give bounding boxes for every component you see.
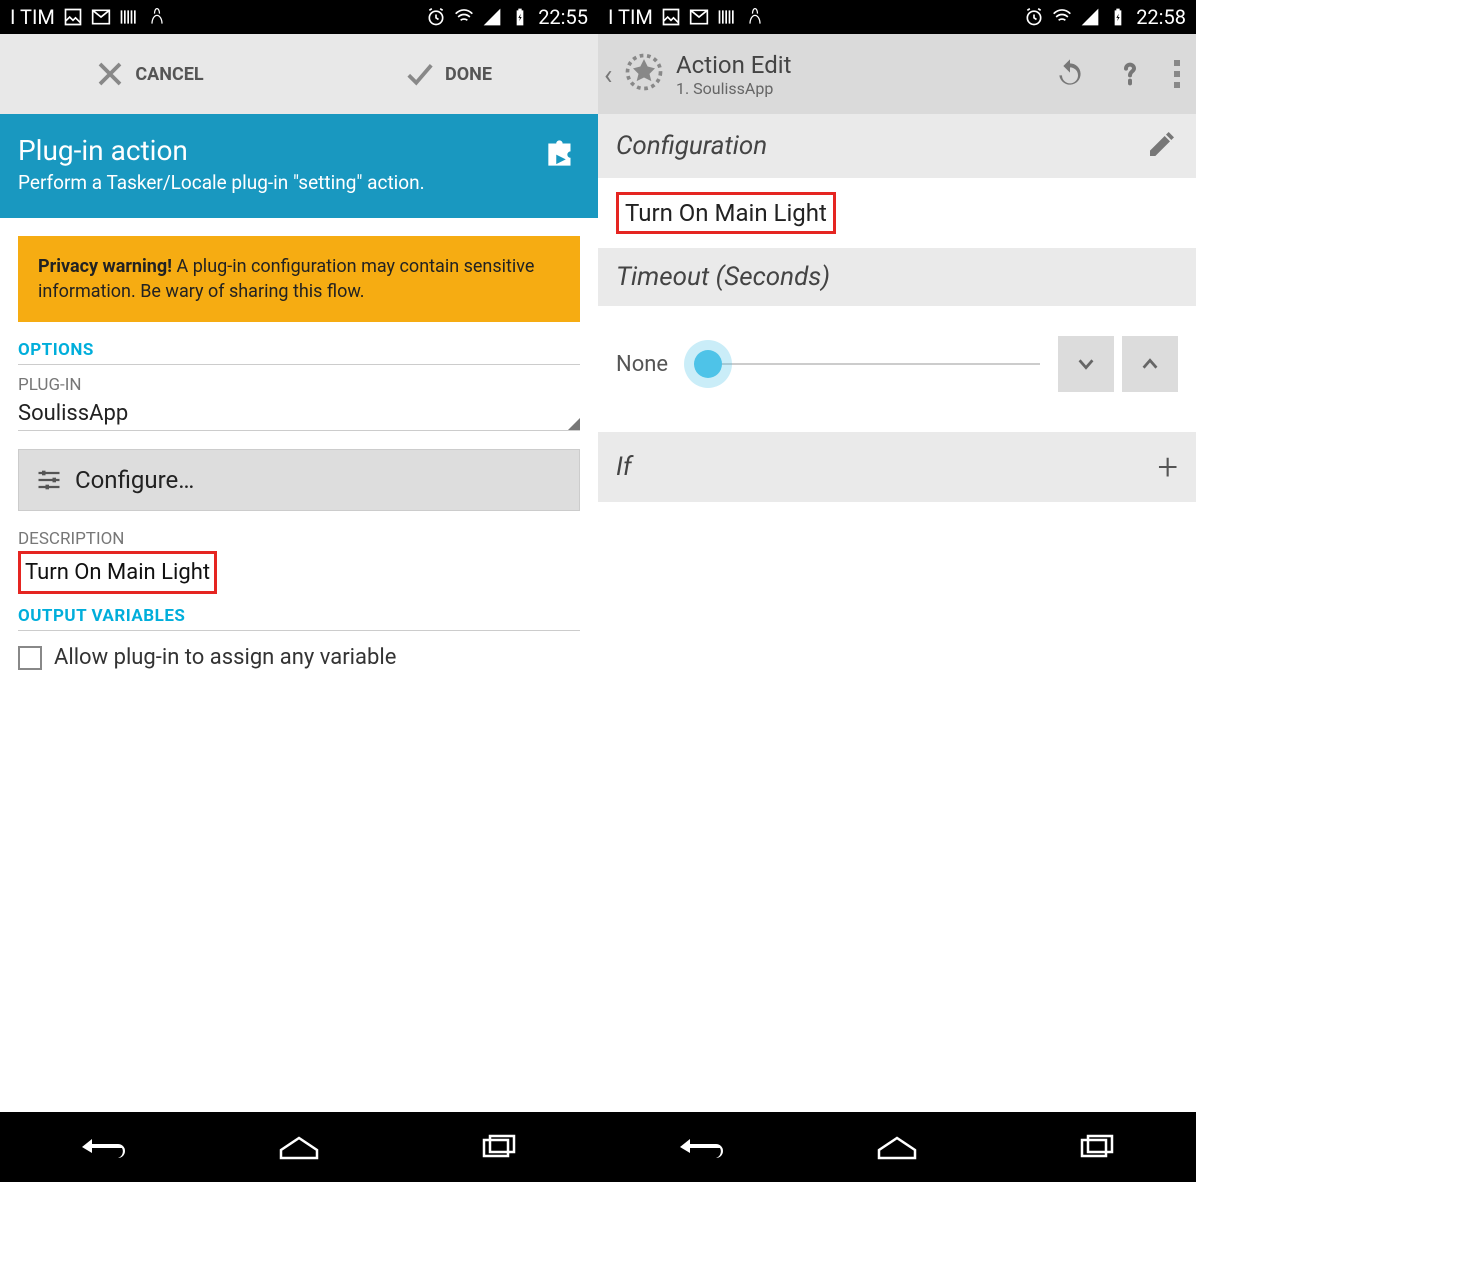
increase-button[interactable] bbox=[1122, 336, 1178, 392]
configure-button[interactable]: Configure… bbox=[18, 449, 580, 511]
decrease-button[interactable] bbox=[1058, 336, 1114, 392]
done-button[interactable]: DONE bbox=[299, 34, 598, 114]
help-icon[interactable] bbox=[1114, 58, 1146, 90]
privacy-warning: Privacy warning! A plug-in configuration… bbox=[18, 236, 580, 322]
page-subtitle: 1. SoulissApp bbox=[676, 79, 1054, 98]
nav-bar bbox=[0, 1112, 598, 1182]
done-label: DONE bbox=[445, 64, 492, 85]
status-bar: I TIM 22:55 bbox=[0, 0, 598, 34]
options-header: OPTIONS bbox=[18, 340, 580, 360]
alarm-icon bbox=[1024, 7, 1044, 27]
slider-thumb[interactable] bbox=[694, 350, 722, 378]
checkbox-label: Allow plug-in to assign any variable bbox=[54, 645, 396, 670]
signal-icon bbox=[482, 7, 502, 27]
chevron-up-icon bbox=[1139, 353, 1161, 375]
content-area: Privacy warning! A plug-in configuration… bbox=[0, 218, 598, 1112]
action-bar: ‹ Action Edit 1. SoulissApp bbox=[598, 34, 1196, 114]
plugin-field-label: PLUG-IN bbox=[18, 375, 580, 395]
plugin-dropdown[interactable]: SoulissApp bbox=[18, 395, 580, 431]
timeout-section: Timeout (Seconds) bbox=[598, 248, 1196, 306]
back-chevron-icon[interactable]: ‹ bbox=[604, 58, 622, 91]
back-nav-icon[interactable] bbox=[668, 1132, 728, 1162]
clock-label: 22:55 bbox=[538, 5, 588, 29]
cancel-button[interactable]: CANCEL bbox=[0, 34, 299, 114]
undo-icon[interactable] bbox=[1054, 58, 1086, 90]
signal-icon bbox=[1080, 7, 1100, 27]
warning-bold: Privacy warning! bbox=[38, 256, 172, 277]
battery-icon bbox=[1108, 7, 1128, 27]
description-value: Turn On Main Light bbox=[18, 551, 217, 594]
checkbox-icon bbox=[18, 646, 42, 670]
configuration-label: Configuration bbox=[616, 131, 767, 161]
carrier-label: I TIM bbox=[608, 5, 653, 29]
check-icon bbox=[405, 59, 435, 89]
mail-icon bbox=[689, 7, 709, 27]
alarm-icon bbox=[426, 7, 446, 27]
description-label: DESCRIPTION bbox=[18, 529, 580, 549]
sliders-icon bbox=[35, 466, 63, 494]
phone-right: I TIM 22:58 ‹ Action Edit 1. SoulissApp bbox=[598, 0, 1196, 1182]
home-nav-icon[interactable] bbox=[867, 1132, 927, 1162]
phone-left: I TIM 22:55 CANCEL DONE Plug-in action P… bbox=[0, 0, 598, 1182]
recent-nav-icon[interactable] bbox=[468, 1132, 528, 1162]
if-section[interactable]: If + bbox=[598, 432, 1196, 502]
clock-label: 22:58 bbox=[1136, 5, 1186, 29]
configuration-section[interactable]: Configuration bbox=[598, 114, 1196, 178]
nav-bar bbox=[598, 1112, 1196, 1182]
home-nav-icon[interactable] bbox=[269, 1132, 329, 1162]
wifi-icon bbox=[1052, 7, 1072, 27]
allow-variable-checkbox[interactable]: Allow plug-in to assign any variable bbox=[18, 645, 580, 670]
picture-icon bbox=[63, 7, 83, 27]
tasker-icon bbox=[622, 50, 666, 98]
timeout-value: None bbox=[616, 352, 676, 377]
timeout-label: Timeout (Seconds) bbox=[616, 262, 830, 292]
wifi-icon bbox=[454, 7, 474, 27]
close-icon bbox=[95, 59, 125, 89]
plugin-header: Plug-in action Perform a Tasker/Locale p… bbox=[0, 114, 598, 218]
chevron-down-icon bbox=[1075, 353, 1097, 375]
configure-label: Configure… bbox=[75, 466, 194, 494]
barcode-icon bbox=[119, 7, 139, 27]
animal-icon bbox=[147, 7, 167, 27]
cancel-label: CANCEL bbox=[135, 64, 203, 85]
action-bar: CANCEL DONE bbox=[0, 34, 598, 114]
puzzle-icon bbox=[542, 134, 580, 176]
carrier-label: I TIM bbox=[10, 5, 55, 29]
page-title: Action Edit bbox=[676, 51, 1054, 79]
configuration-value: Turn On Main Light bbox=[616, 192, 836, 234]
overflow-menu-icon[interactable] bbox=[1174, 58, 1180, 90]
status-bar: I TIM 22:58 bbox=[598, 0, 1196, 34]
if-label: If bbox=[616, 452, 632, 482]
header-subtitle: Perform a Tasker/Locale plug-in "setting… bbox=[18, 171, 580, 196]
timeout-slider-row: None bbox=[598, 306, 1196, 422]
battery-icon bbox=[510, 7, 530, 27]
back-nav-icon[interactable] bbox=[70, 1132, 130, 1162]
timeout-slider[interactable] bbox=[694, 363, 1040, 365]
barcode-icon bbox=[717, 7, 737, 27]
mail-icon bbox=[91, 7, 111, 27]
picture-icon bbox=[661, 7, 681, 27]
header-title: Plug-in action bbox=[18, 134, 580, 167]
content-area: Configuration Turn On Main Light Timeout… bbox=[598, 114, 1196, 1112]
plus-icon[interactable]: + bbox=[1158, 446, 1178, 488]
title-block: Action Edit 1. SoulissApp bbox=[676, 51, 1054, 98]
recent-nav-icon[interactable] bbox=[1066, 1132, 1126, 1162]
edit-icon[interactable] bbox=[1146, 128, 1178, 164]
output-vars-header: OUTPUT VARIABLES bbox=[18, 606, 580, 626]
animal-icon bbox=[745, 7, 765, 27]
